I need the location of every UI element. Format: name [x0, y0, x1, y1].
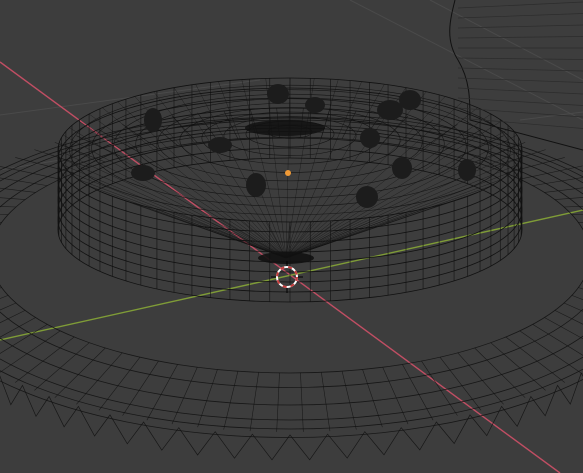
drum-radial [195, 84, 287, 259]
lump [377, 100, 403, 120]
drum-radial [285, 179, 503, 259]
plate-spoke [197, 369, 218, 428]
object-line [457, 97, 583, 106]
plate-spoke [457, 352, 504, 405]
plate-spoke [544, 317, 583, 340]
drum-radial [285, 120, 503, 259]
lump [144, 108, 162, 132]
lump [305, 97, 325, 113]
plate-spoke [554, 197, 583, 200]
plate-spoke [0, 166, 61, 180]
grid-line [429, 0, 583, 81]
top-hub [245, 120, 325, 136]
plate-spoke [490, 342, 546, 391]
lump [458, 159, 476, 181]
plate-spoke [362, 369, 383, 428]
lump [131, 165, 155, 181]
plate-spoke [76, 352, 123, 405]
plate-scallop [0, 372, 583, 461]
plate-spoke [0, 287, 2, 289]
lump [399, 90, 421, 110]
lump [267, 84, 289, 104]
plate-spoke [223, 371, 239, 430]
plate-spoke [544, 187, 583, 193]
object-line [457, 67, 583, 72]
object-line [457, 13, 583, 19]
plate-spoke [300, 372, 304, 432]
object-line [457, 57, 583, 60]
drum-radial [285, 96, 446, 259]
lump [360, 128, 380, 148]
origin-icon[interactable] [285, 170, 291, 176]
lump [392, 157, 412, 179]
3d-cursor-icon[interactable] [271, 261, 303, 293]
plate-spoke [505, 336, 565, 383]
plate-wireframe [0, 108, 583, 461]
plate-spoke [564, 205, 583, 208]
bottom-hub [258, 252, 314, 264]
drum-radial [285, 77, 291, 259]
plate-spoke [276, 372, 280, 432]
object-edge [449, 0, 583, 151]
lump [246, 173, 266, 197]
object-line [457, 36, 583, 39]
plate-spoke [249, 372, 259, 432]
plate-spoke [382, 367, 409, 425]
lump [356, 186, 378, 208]
lump [208, 137, 232, 153]
plate-spoke [519, 330, 583, 375]
plate-spoke [15, 336, 75, 383]
object-line [457, 87, 583, 95]
object-line [457, 1, 583, 9]
plate-spoke [0, 302, 17, 311]
plate-spoke [34, 342, 90, 391]
plate-spoke [321, 372, 331, 432]
3d-viewport[interactable] [0, 0, 583, 473]
object-line [457, 24, 583, 29]
plate-spoke [171, 367, 198, 425]
object-line [457, 77, 583, 83]
y-axis-line [0, 209, 583, 341]
plate-spoke [341, 371, 357, 430]
background-object-wireframe [449, 0, 583, 151]
viewport-canvas[interactable] [0, 0, 583, 473]
